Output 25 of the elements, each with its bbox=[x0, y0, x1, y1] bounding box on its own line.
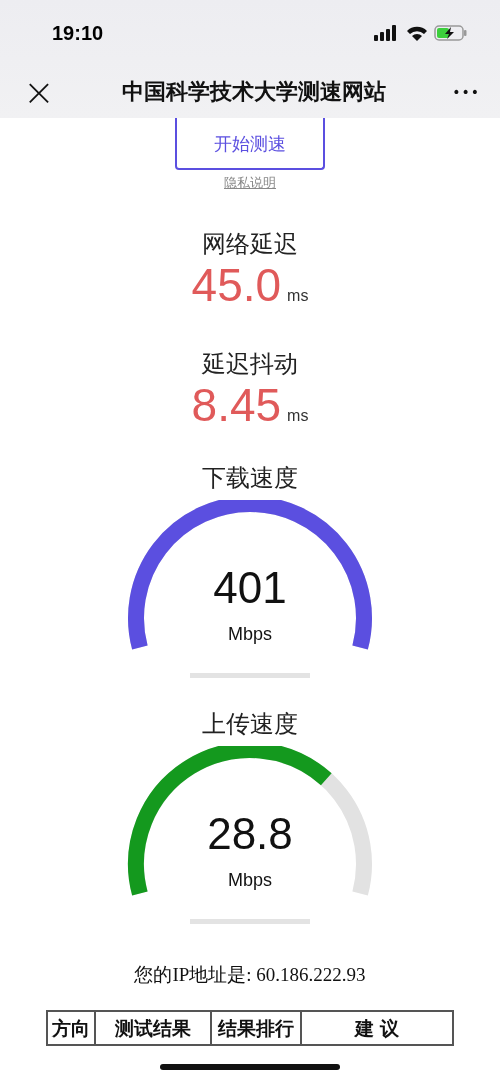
start-test-button[interactable]: 开始测速 bbox=[175, 118, 325, 170]
metric-unit: ms bbox=[287, 287, 309, 305]
table-header-cell: 结果排行 bbox=[211, 1011, 301, 1045]
metric-label: 延迟抖动 bbox=[202, 349, 298, 380]
metric-value: 8.45 bbox=[191, 382, 282, 428]
page-title: 中国科学技术大学测速网站 bbox=[121, 78, 388, 106]
table-header-cell: 方向 bbox=[47, 1011, 95, 1045]
more-button[interactable]: ••• bbox=[452, 84, 480, 100]
privacy-link[interactable]: 隐私说明 bbox=[224, 174, 276, 192]
gauge-label: 上传速度 bbox=[202, 709, 298, 740]
gauge-value: 401 bbox=[213, 566, 287, 610]
wifi-icon bbox=[406, 25, 428, 41]
table-header-cell: 建 议 bbox=[301, 1011, 453, 1045]
metric-value: 45.0 bbox=[191, 262, 282, 308]
gauge-unit: Mbps bbox=[228, 624, 272, 645]
metric-unit: ms bbox=[287, 407, 309, 425]
gauge-label: 下载速度 bbox=[202, 463, 298, 494]
gauge-value: 28.8 bbox=[207, 812, 293, 856]
metric-label: 网络延迟 bbox=[202, 229, 298, 260]
close-button[interactable]: × bbox=[22, 73, 56, 111]
ip-address-text: 您的IP地址是: 60.186.222.93 bbox=[134, 963, 366, 987]
gauge-unit: Mbps bbox=[228, 870, 272, 891]
status-time: 19:10 bbox=[52, 21, 104, 45]
battery-charging-icon bbox=[434, 25, 468, 41]
table-header-cell: 测试结果 bbox=[95, 1011, 211, 1045]
